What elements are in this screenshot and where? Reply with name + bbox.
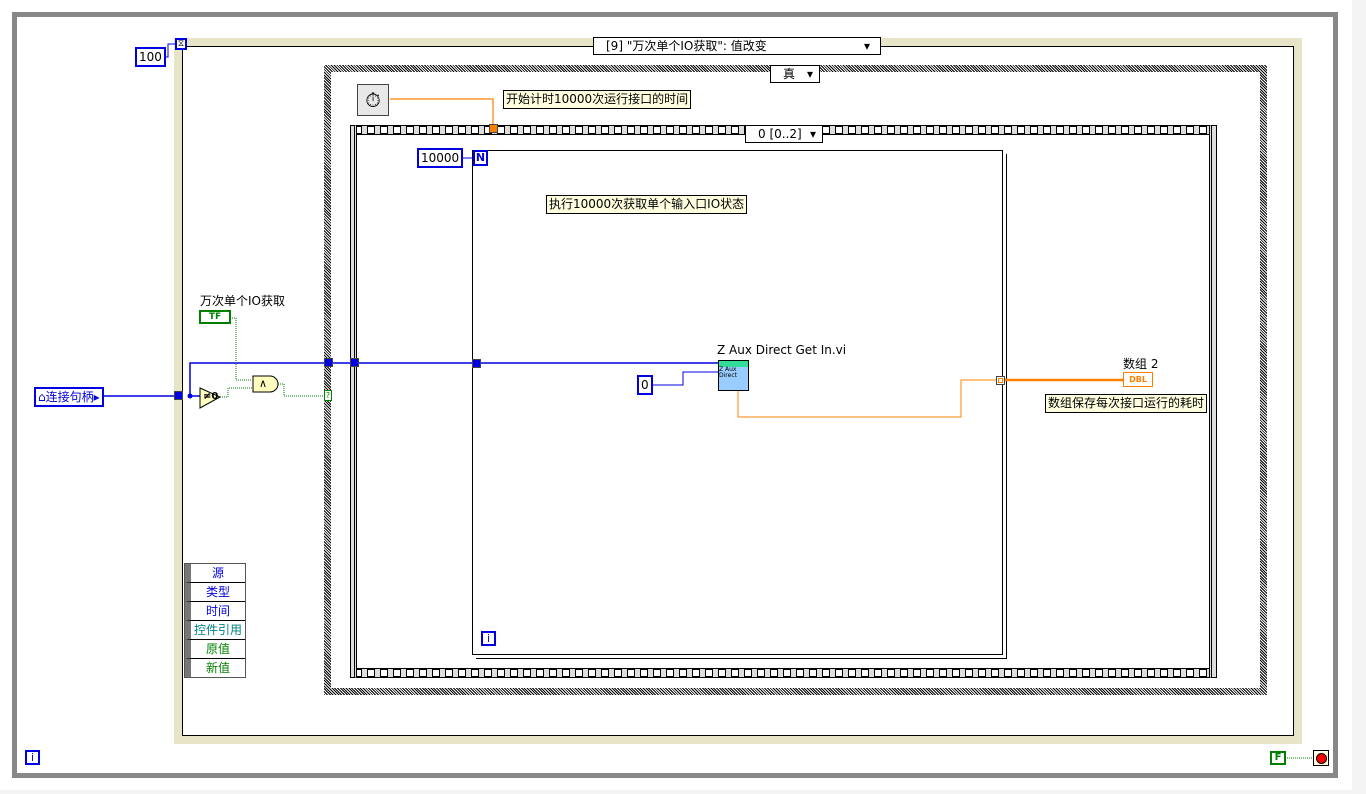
- wire-junction: [187, 393, 193, 399]
- and-label: ∧: [259, 377, 268, 390]
- event-selector[interactable]: [9] "万次单个IO获取": 值改变 ▾: [593, 37, 881, 55]
- home-icon: ⌂: [38, 390, 46, 404]
- hourglass-icon: ⧖: [175, 38, 187, 50]
- subvi-label: Z Aux Direct Get In.vi: [717, 343, 847, 357]
- input-index-constant[interactable]: 0: [637, 375, 653, 395]
- dropdown-arrow-icon: ▾: [863, 39, 870, 53]
- refnum-wire: [104, 362, 720, 397]
- dropdown-arrow-icon: ▾: [806, 67, 813, 81]
- comment-loop: 执行10000次获取单个输入口IO状态: [546, 195, 748, 214]
- subvi-node[interactable]: Z Aux Direct: [718, 360, 749, 391]
- indicator-label: 数组 2: [1123, 357, 1159, 371]
- subvi-icon-text: Z Aux Direct: [719, 366, 737, 379]
- stop-button-icon[interactable]: [1313, 750, 1329, 766]
- loop-count-constant[interactable]: 10000: [417, 148, 464, 168]
- bool-control-label: 万次单个IO获取: [200, 294, 285, 308]
- case-tunnel: [324, 358, 333, 367]
- stop-indicator: [1315, 752, 1327, 764]
- dbl-wire: [737, 379, 998, 418]
- bool-control-terminal[interactable]: TF: [199, 310, 231, 324]
- sequence-tunnel-refnum: [350, 358, 359, 367]
- event-data-node: 源 类型 时间 控件引用 原值 新值: [184, 563, 246, 678]
- for-iteration-terminal: i: [481, 631, 496, 646]
- event-tunnel: [174, 391, 183, 400]
- stopwatch-icon[interactable]: ⏱: [357, 84, 389, 116]
- event-data-newval: 新值: [185, 659, 245, 677]
- bool-wire: [230, 317, 252, 381]
- sequence-tunnel: [489, 124, 498, 133]
- arrow-right-icon: ▸: [93, 390, 100, 404]
- sequence-selector[interactable]: 0 [0..2] ▾: [745, 125, 823, 143]
- comment-start-timer: 开始计时10000次运行接口的时间: [503, 90, 692, 109]
- for-tunnel: [472, 359, 481, 368]
- dropdown-arrow-icon: ▾: [809, 127, 816, 141]
- case-selector[interactable]: 真 ▾: [770, 65, 820, 83]
- case-selector-label: 真: [783, 67, 796, 81]
- event-selector-label: [9] "万次单个IO获取": 值改变: [606, 39, 767, 53]
- timer-wire: [390, 98, 494, 126]
- event-data-type: 类型: [185, 583, 245, 602]
- array-indicator-terminal[interactable]: DBL: [1123, 372, 1153, 387]
- case-selector-terminal: ?: [324, 390, 332, 401]
- count-terminal: N: [473, 150, 488, 166]
- wait-constant[interactable]: 100: [135, 47, 166, 67]
- auto-index-tunnel: [996, 376, 1005, 385]
- event-data-oldval: 原值: [185, 640, 245, 659]
- while-iteration-terminal: i: [25, 750, 40, 765]
- handle-label: 连接句柄: [45, 390, 94, 404]
- false-constant[interactable]: F: [1270, 751, 1286, 765]
- sequence-selector-label: 0 [0..2]: [758, 127, 802, 141]
- comment-array: 数组保存每次接口运行的耗时: [1045, 394, 1208, 413]
- event-data-ctlref: 控件引用: [185, 621, 245, 640]
- const-wire: [650, 371, 720, 386]
- event-data-source: 源: [185, 564, 245, 583]
- not-equal-zero-label: ≠0: [203, 391, 219, 402]
- event-data-time: 时间: [185, 602, 245, 621]
- connection-handle-terminal[interactable]: ⌂连接句柄▸: [34, 387, 104, 407]
